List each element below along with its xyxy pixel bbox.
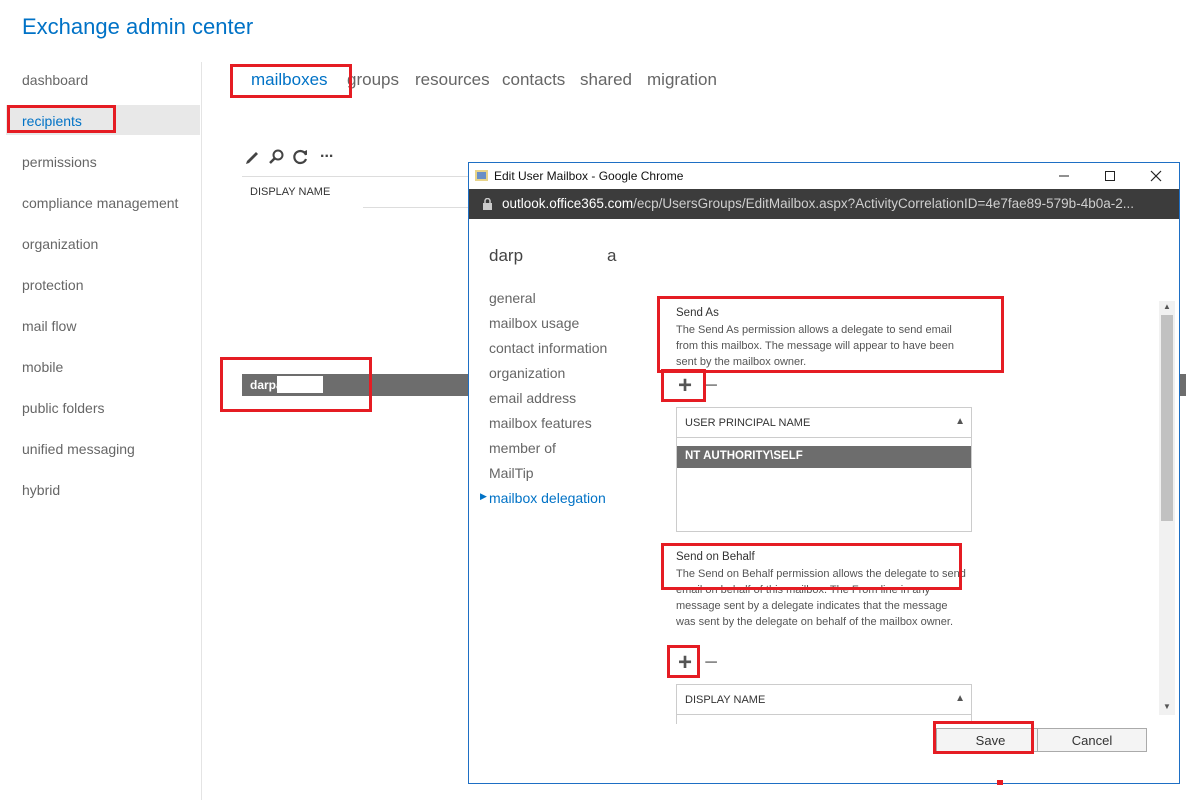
minimize-icon <box>1059 175 1069 177</box>
address-path: /ecp/UsersGroups/EditMailbox.aspx?Activi… <box>633 196 1134 211</box>
nav-item-mobile[interactable]: mobile <box>22 359 63 375</box>
sort-up-icon: ▲ <box>955 693 965 704</box>
list-top-line <box>242 176 472 177</box>
send-on-behalf-add-button[interactable]: + <box>678 651 692 675</box>
nav-arrow-icon: ▶ <box>480 491 487 501</box>
send-on-behalf-title: Send on Behalf <box>676 551 755 563</box>
sort-up-icon: ▲ <box>955 416 965 427</box>
list-header-line <box>363 207 472 208</box>
save-button[interactable]: Save <box>936 728 1045 752</box>
popup-nav-member-of[interactable]: member of <box>489 440 556 456</box>
popup-nav-mailbox-delegation[interactable]: mailbox delegation <box>489 490 606 506</box>
nav-item-dashboard[interactable]: dashboard <box>22 72 88 88</box>
send-on-behalf-list: DISPLAY NAME ▲ <box>676 684 972 724</box>
nav-item-permissions[interactable]: permissions <box>22 154 97 170</box>
list-column-display-name[interactable]: DISPLAY NAME <box>250 186 330 198</box>
popup-nav-contact-information[interactable]: contact information <box>489 340 607 356</box>
cancel-button[interactable]: Cancel <box>1037 728 1147 752</box>
send-on-behalf-list-header[interactable]: DISPLAY NAME ▲ <box>677 685 971 715</box>
popup-nav-general[interactable]: general <box>489 290 536 306</box>
scroll-up-icon[interactable]: ▲ <box>1159 299 1175 313</box>
app-title: Exchange admin center <box>22 14 254 39</box>
nav-item-compliance-management[interactable]: compliance management <box>22 195 178 211</box>
window-app-icon <box>475 170 488 181</box>
nav-item-mail-flow[interactable]: mail flow <box>22 318 76 334</box>
close-button[interactable] <box>1133 163 1179 189</box>
send-as-remove-button[interactable]: − <box>704 374 718 398</box>
nav-item-recipients[interactable]: recipients <box>22 113 82 129</box>
tab-mailboxes[interactable]: mailboxes <box>251 70 328 90</box>
tab-resources[interactable]: resources <box>415 70 490 90</box>
tab-migration[interactable]: migration <box>647 70 717 90</box>
red-marker <box>997 780 1003 785</box>
maximize-button[interactable] <box>1087 163 1133 189</box>
popup-nav-mailbox-features[interactable]: mailbox features <box>489 415 592 431</box>
popup-nav-mailbox-usage[interactable]: mailbox usage <box>489 315 579 331</box>
pencil-icon[interactable] <box>244 148 262 166</box>
scroll-down-icon[interactable]: ▼ <box>1159 699 1175 713</box>
mailbox-name-end: a <box>607 246 617 265</box>
popup-nav-mailtip[interactable]: MailTip <box>489 465 534 481</box>
send-as-description: The Send As permission allows a delegate… <box>676 324 954 368</box>
nav-item-protection[interactable]: protection <box>22 277 83 293</box>
send-on-behalf-remove-button[interactable]: − <box>704 651 718 675</box>
send-as-list-header[interactable]: USER PRINCIPAL NAME ▲ <box>677 408 971 438</box>
mailbox-name: darp a <box>489 246 617 266</box>
display-name-column-header: DISPLAY NAME <box>685 694 766 706</box>
send-on-behalf-description: The Send on Behalf permission allows the… <box>676 568 966 628</box>
nav-item-hybrid[interactable]: hybrid <box>22 482 60 498</box>
nav-item-unified-messaging[interactable]: unified messaging <box>22 441 135 457</box>
tab-shared[interactable]: shared <box>580 70 632 90</box>
send-as-list: USER PRINCIPAL NAME ▲ NT AUTHORITY\SELF <box>676 407 972 532</box>
nav-item-organization[interactable]: organization <box>22 236 98 252</box>
search-icon[interactable] <box>268 148 286 166</box>
address-text: outlook.office365.com/ecp/UsersGroups/Ed… <box>502 196 1134 211</box>
send-as-title: Send As <box>676 307 719 319</box>
redacted-block <box>277 376 323 393</box>
upn-column-header: USER PRINCIPAL NAME <box>685 417 811 429</box>
more-icon[interactable]: ... <box>320 144 338 162</box>
minimize-button[interactable] <box>1041 163 1087 189</box>
popup-scrollbar-thumb[interactable] <box>1161 315 1173 521</box>
maximize-icon <box>1105 171 1115 181</box>
address-bar[interactable]: outlook.office365.com/ecp/UsersGroups/Ed… <box>469 189 1179 219</box>
nav-divider <box>201 62 202 800</box>
tab-contacts[interactable]: contacts <box>502 70 565 90</box>
nav-item-public-folders[interactable]: public folders <box>22 400 105 416</box>
lock-icon <box>483 198 492 210</box>
mailbox-name-start: darp <box>489 246 524 265</box>
popup-title: Edit User Mailbox - Google Chrome <box>494 169 684 183</box>
send-as-row-text: NT AUTHORITY\SELF <box>685 450 803 462</box>
popup-titlebar: Edit User Mailbox - Google Chrome <box>469 163 1179 189</box>
refresh-icon[interactable] <box>292 148 310 166</box>
send-as-add-button[interactable]: + <box>678 374 692 398</box>
popup-nav-organization[interactable]: organization <box>489 365 565 381</box>
edit-user-mailbox-window: Edit User Mailbox - Google Chrome outloo… <box>468 162 1180 784</box>
address-domain: outlook.office365.com <box>502 196 634 211</box>
send-as-row[interactable]: NT AUTHORITY\SELF <box>677 446 971 468</box>
popup-nav-email-address[interactable]: email address <box>489 390 576 406</box>
tab-groups[interactable]: groups <box>347 70 399 90</box>
close-icon <box>1150 170 1162 182</box>
